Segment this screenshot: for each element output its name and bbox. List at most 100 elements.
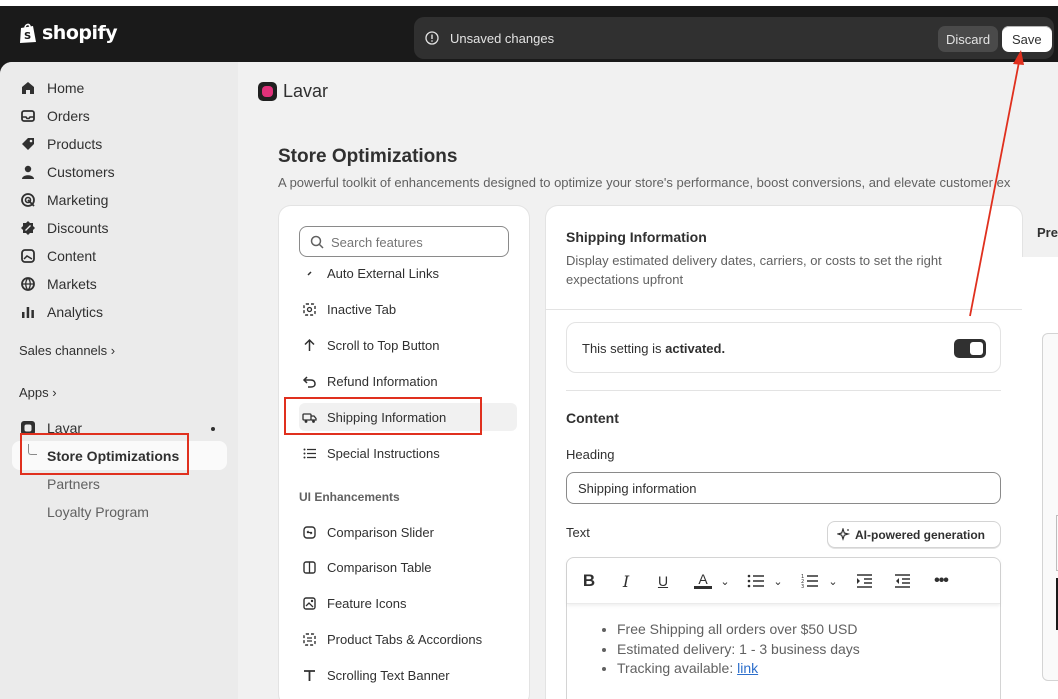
italic-icon[interactable]: I	[619, 571, 633, 591]
chevron-down-icon[interactable]: ⌄	[772, 571, 784, 591]
sidebar-item-label: Marketing	[47, 192, 109, 208]
apps-label: Apps	[19, 385, 49, 400]
more-options-icon[interactable]: •••	[931, 571, 951, 591]
underline-icon[interactable]: U	[656, 571, 670, 591]
feature-item-special-instructions[interactable]: Special Instructions	[299, 439, 517, 467]
activation-toggle[interactable]	[954, 339, 986, 358]
settings-title: Shipping Information	[566, 229, 707, 245]
heading-label: Heading	[566, 447, 615, 462]
sidebar-apps[interactable]: Apps ›	[19, 385, 57, 400]
icons-icon	[303, 596, 316, 610]
feature-item-inactive-tab[interactable]: Inactive Tab	[299, 295, 517, 323]
sidebar-item-content[interactable]: Content	[20, 248, 96, 264]
feature-list-card: Auto External Links Inactive Tab Scroll …	[279, 206, 529, 699]
editor-line: Estimated delivery: 1 - 3 business days	[617, 640, 860, 660]
feature-item-scroll-to-top[interactable]: Scroll to Top Button	[299, 331, 517, 359]
indent-icon[interactable]	[856, 571, 873, 591]
feature-label: Special Instructions	[327, 445, 440, 461]
home-icon	[22, 82, 34, 94]
save-button[interactable]: Save	[1002, 26, 1052, 52]
inbox-icon	[21, 110, 35, 122]
discard-button[interactable]: Discard	[938, 26, 999, 52]
bold-icon[interactable]: B	[581, 571, 597, 591]
activation-status: This setting is activated.	[582, 341, 725, 356]
feature-item-auto-external-links[interactable]: Auto External Links	[299, 267, 517, 281]
lavar-logo-icon	[258, 82, 277, 101]
discount-icon	[21, 221, 35, 235]
feature-item-feature-icons[interactable]: Feature Icons	[299, 589, 517, 617]
editor-line: Free Shipping all orders over $50 USD	[617, 620, 860, 640]
sidebar-item-lavar-app[interactable]: Lavar	[20, 420, 82, 436]
ai-generation-button[interactable]: AI-powered generation	[827, 521, 1001, 548]
sidebar-item-label: Store Optimizations	[47, 448, 180, 464]
sidebar-item-products[interactable]: Products	[20, 136, 102, 152]
sidebar-item-discounts[interactable]: Discounts	[20, 220, 108, 236]
chevron-down-icon[interactable]: ⌄	[827, 571, 839, 591]
unsaved-changes-bar: Unsaved changes Discard Save	[414, 17, 1054, 59]
feature-label: Auto External Links	[327, 267, 440, 281]
main-content: Lavar Store Optimizations A powerful too…	[238, 62, 1058, 699]
sidebar-item-home[interactable]: Home	[20, 80, 84, 96]
preview-tab-label[interactable]: Pre	[1037, 225, 1058, 240]
image-icon	[21, 249, 35, 263]
settings-card: Shipping Information Display estimated d…	[546, 206, 1022, 699]
sidebar-item-label: Content	[47, 248, 97, 264]
outdent-icon[interactable]	[894, 571, 911, 591]
svg-text:S: S	[24, 31, 31, 42]
admin-topbar: S shopify Unsaved changes Discard Save	[0, 6, 1058, 62]
rich-text-editor[interactable]: B I U A ⌄ ⌄ 123 ⌄ ••• Free Shipping all …	[566, 557, 1001, 699]
sales-channels-label: Sales channels	[19, 343, 108, 358]
sidebar-item-store-optimizations[interactable]: Store Optimizations	[12, 441, 227, 470]
sidebar-item-customers[interactable]: Customers	[20, 164, 115, 180]
bullet-list-icon[interactable]	[747, 571, 765, 591]
feature-label: Shipping Information	[327, 409, 447, 425]
feature-item-scrolling-text-banner[interactable]: Scrolling Text Banner	[299, 661, 517, 689]
search-field[interactable]	[299, 226, 509, 257]
shopify-logo[interactable]: S shopify	[18, 22, 118, 44]
feature-item-comparison-table[interactable]: Comparison Table	[299, 553, 517, 581]
chevron-down-icon[interactable]: ⌄	[719, 571, 731, 591]
feature-item-comparison-slider[interactable]: Comparison Slider	[299, 518, 517, 546]
sidebar-sales-channels[interactable]: Sales channels ›	[19, 343, 115, 358]
app-title: Lavar	[283, 81, 329, 101]
feature-item-shipping-information[interactable]: Shipping Information	[299, 403, 517, 431]
sidebar-item-orders[interactable]: Orders	[20, 108, 90, 124]
compare-icon	[303, 525, 316, 539]
arrow-up-icon	[304, 338, 315, 351]
sidebar-item-partners[interactable]: Partners	[47, 476, 100, 492]
editor-content[interactable]: Free Shipping all orders over $50 USD Es…	[617, 620, 860, 679]
divider	[546, 309, 1022, 310]
sidebar-item-label: Customers	[47, 164, 115, 180]
numbered-list-icon[interactable]: 123	[801, 571, 819, 591]
feature-item-refund-information[interactable]: Refund Information	[299, 367, 517, 395]
feature-item-product-tabs[interactable]: Product Tabs & Accordions	[299, 625, 517, 653]
tracking-link[interactable]: link	[737, 660, 758, 676]
text-color-icon[interactable]: A	[694, 571, 712, 589]
feature-label: Scrolling Text Banner	[327, 667, 450, 683]
sidebar-item-label: Discounts	[47, 220, 109, 236]
list-icon	[303, 448, 316, 458]
bar-chart-icon	[22, 307, 34, 318]
content-heading: Content	[566, 410, 619, 426]
brand-wordmark: shopify	[42, 22, 118, 44]
truck-icon	[302, 412, 317, 423]
heading-input[interactable]	[566, 472, 1001, 504]
sidebar-item-analytics[interactable]: Analytics	[20, 304, 103, 320]
chevron-right-icon: ›	[110, 343, 116, 358]
settings-description: Display estimated delivery dates, carrie…	[566, 253, 942, 287]
person-icon	[22, 165, 34, 179]
sidebar-item-markets[interactable]: Markets	[20, 276, 97, 292]
feature-label: Refund Information	[327, 373, 438, 389]
divider	[566, 390, 1001, 391]
tabs-icon	[303, 632, 316, 646]
tag-icon	[22, 138, 34, 150]
shopify-bag-icon: S	[20, 23, 36, 43]
sidebar-item-marketing[interactable]: Marketing	[20, 192, 108, 208]
sidebar-item-loyalty-program[interactable]: Loyalty Program	[47, 504, 149, 520]
sparkle-icon	[837, 528, 850, 541]
sidebar-item-label: Markets	[47, 276, 97, 292]
search-input[interactable]	[331, 232, 501, 252]
ai-button-label: AI-powered generation	[855, 527, 986, 542]
search-icon	[310, 235, 324, 249]
feature-label: Comparison Slider	[327, 524, 434, 540]
